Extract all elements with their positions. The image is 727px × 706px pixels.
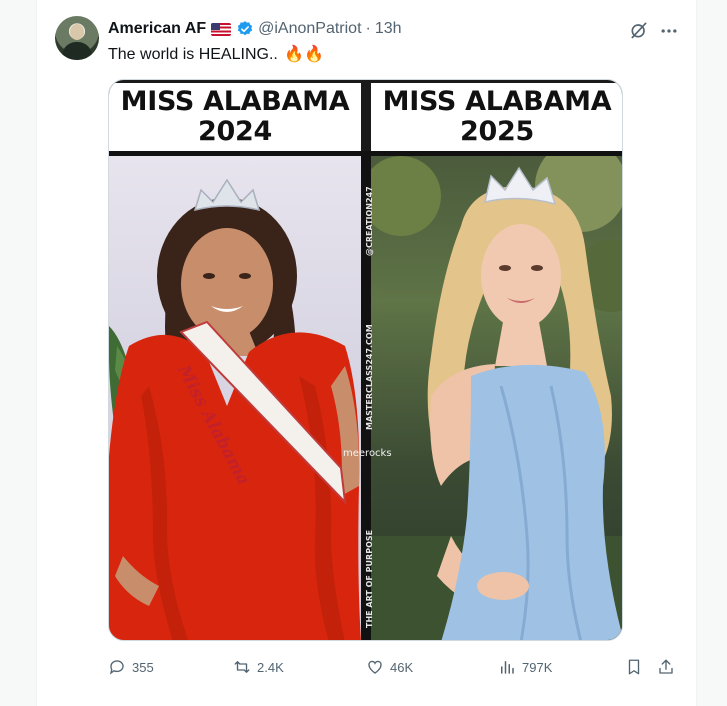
views-count: 797K — [522, 659, 553, 675]
avatar-face — [70, 24, 84, 40]
tweet-actions: 355 2.4K 46K 797K — [108, 654, 678, 680]
tweet-time[interactable]: 13h — [375, 20, 402, 38]
like-count: 46K — [390, 659, 414, 675]
like-icon — [368, 660, 382, 674]
left-title-line1: MISS ALABAMA — [120, 86, 350, 117]
repost-icon — [234, 661, 250, 673]
page-background-left — [0, 0, 36, 706]
repost-button[interactable]: 2.4K — [233, 654, 284, 680]
repost-count: 2.4K — [257, 659, 284, 675]
bookmark-button[interactable] — [625, 654, 643, 680]
watermark-meerocks: meerocks — [343, 448, 392, 459]
tweet-header: American AF @iAnonPatriot · 13h — [108, 18, 402, 40]
reply-count: 355 — [132, 659, 154, 675]
author-name[interactable]: American AF — [108, 20, 206, 38]
left-photo-illustration — [109, 178, 361, 640]
right-title-line2: 2025 — [460, 116, 534, 147]
avatar[interactable] — [55, 16, 99, 60]
share-button[interactable] — [657, 654, 675, 680]
author-handle[interactable]: @iAnonPatriot — [258, 20, 361, 38]
fire-emoji: 🔥🔥 — [284, 46, 325, 63]
reply-icon — [109, 660, 124, 675]
reply-button[interactable]: 355 — [108, 654, 154, 680]
watermark-creation: @CREATION247 — [365, 186, 374, 256]
right-title-line1: MISS ALABAMA — [382, 86, 612, 117]
right-photo-illustration — [371, 156, 622, 640]
us-flag-icon — [211, 22, 232, 36]
like-button[interactable]: 46K — [366, 654, 413, 680]
separator-dot: · — [365, 20, 371, 37]
avatar-suit — [62, 42, 92, 60]
tweet-media[interactable]: MISS ALABAMA 2024 MISS ALABAMA 2025 Miss… — [108, 79, 623, 641]
right-panel-title: MISS ALABAMA 2025 — [371, 83, 622, 151]
tweet-card[interactable]: American AF @iAnonPatriot · 13h The worl… — [36, 0, 697, 706]
bookmark-icon — [628, 659, 640, 675]
more-icon[interactable] — [659, 21, 679, 41]
left-panel-title: MISS ALABAMA 2024 — [109, 83, 361, 151]
watermark-masterclass: MASTERCLASS247.COM — [365, 324, 374, 430]
watermark-purpose: THE ART OF PURPOSE — [365, 529, 374, 628]
left-photo: Miss Alabama — [109, 156, 361, 640]
page-background-right — [697, 0, 727, 706]
tweet-text-body: The world is HEALING.. — [108, 46, 278, 63]
verified-icon — [237, 21, 253, 36]
grok-icon[interactable] — [629, 20, 649, 40]
views-button[interactable]: 797K — [498, 654, 552, 680]
tweet-text: The world is HEALING.. 🔥🔥 — [108, 44, 324, 64]
views-icon — [501, 661, 514, 674]
share-icon — [659, 659, 673, 674]
right-photo — [371, 156, 622, 640]
left-title-line2: 2024 — [198, 116, 272, 147]
